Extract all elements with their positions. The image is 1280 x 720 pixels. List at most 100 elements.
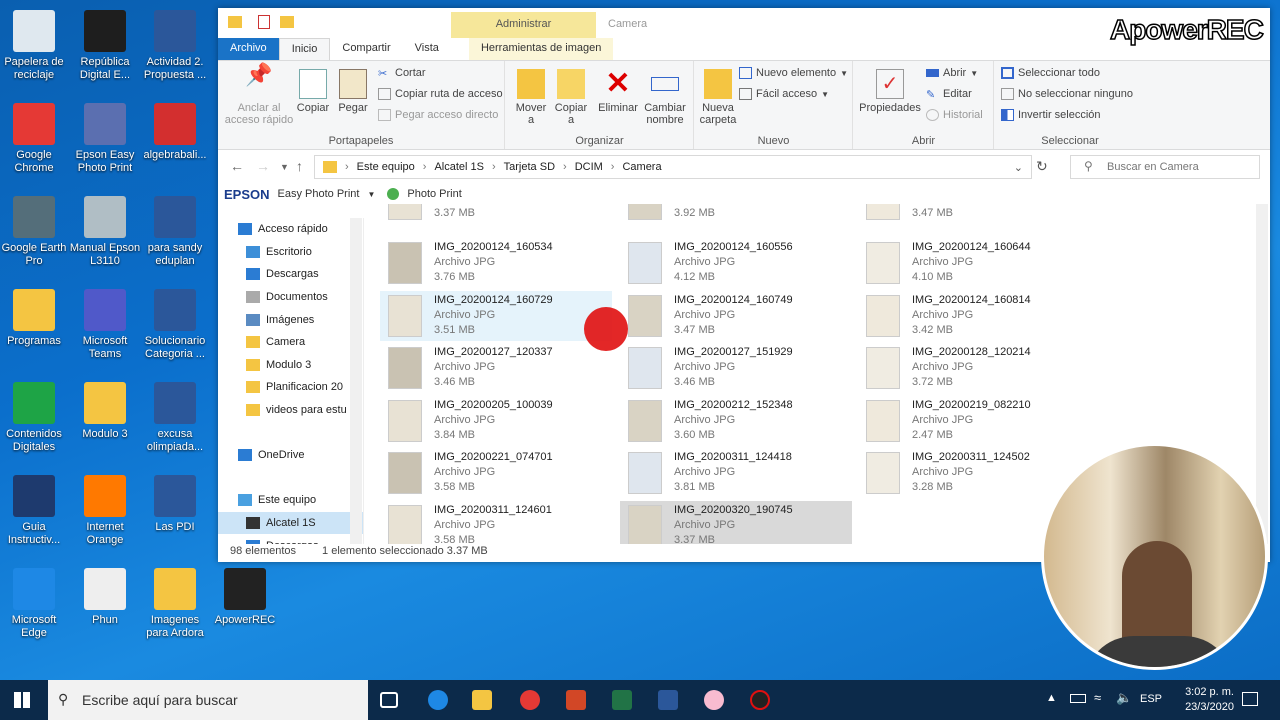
delete-button[interactable]: ✕ Eliminar [596, 69, 640, 115]
desktop-icon-item[interactable]: Manual Epson L3110 [69, 190, 141, 276]
excel-icon[interactable] [612, 690, 632, 710]
desktop-icon-item[interactable]: Phun [69, 562, 141, 648]
edit-button[interactable]: ✎ Editar [926, 88, 972, 101]
file-item[interactable]: Archivo JPG3.37 MB [380, 204, 612, 224]
easy-access-button[interactable]: Fácil acceso ▼ [739, 88, 829, 100]
breadcrumb-separator-icon[interactable]: › [423, 161, 427, 173]
nav-item[interactable]: Modulo 3 [218, 354, 363, 377]
tab-herramientas-imagen[interactable]: Herramientas de imagen [468, 38, 614, 60]
select-all-button[interactable]: Seleccionar todo [1001, 67, 1100, 79]
nav-item[interactable]: videos para estu [218, 399, 363, 422]
file-item[interactable]: Archivo JPG3.47 MB [858, 204, 1090, 224]
desktop-icon-item[interactable]: Actividad 2. Propuesta ... [139, 4, 211, 90]
desktop-icon-item[interactable]: algebrabali... [139, 97, 211, 183]
nav-item[interactable]: Camera [218, 331, 363, 354]
desktop-icon-item[interactable]: Las PDI [139, 469, 211, 555]
breadcrumb-separator-icon[interactable]: › [611, 161, 615, 173]
file-item[interactable]: IMG_20200124_160749 Archivo JPG 3.47 MB [620, 291, 852, 341]
language-indicator[interactable]: ESP [1140, 693, 1162, 705]
breadcrumb-separator-icon[interactable]: › [563, 161, 567, 173]
file-item[interactable]: IMG_20200124_160644 Archivo JPG 4.10 MB [858, 238, 1090, 288]
clock[interactable]: 3:02 p. m. 23/3/2020 [1185, 685, 1234, 715]
breadcrumb-separator-icon[interactable]: › [492, 161, 496, 173]
anclar-button[interactable]: 📌 Anclar al acceso rápido [222, 64, 296, 127]
breadcrumb-segment[interactable]: Tarjeta SD [504, 161, 555, 173]
desktop-icon-item[interactable]: excusa olimpiada... [139, 376, 211, 462]
desktop-icon-item[interactable]: Google Earth Pro [0, 190, 70, 276]
desktop-icon-item[interactable]: Google Chrome [0, 97, 70, 183]
tab-administrar[interactable]: Administrar [451, 12, 596, 38]
desktop-icon-item[interactable]: para sandy eduplan [139, 190, 211, 276]
file-item[interactable]: IMG_20200124_160534 Archivo JPG 3.76 MB [380, 238, 612, 288]
properties-small-icon[interactable] [258, 15, 270, 29]
windows-start-icon[interactable] [14, 692, 30, 708]
nav-item[interactable]: Acceso rápido [218, 218, 363, 241]
desktop-icon-item[interactable]: Programas [0, 283, 70, 369]
notifications-icon[interactable] [1242, 692, 1258, 706]
volume-icon[interactable]: 🔈 [1116, 690, 1132, 706]
file-item[interactable]: IMG_20200205_100039 Archivo JPG 3.84 MB [380, 396, 612, 446]
desktop-icon-item[interactable]: Papelera de reciclaje [0, 4, 70, 90]
file-item[interactable]: IMG_20200212_152348 Archivo JPG 3.60 MB [620, 396, 852, 446]
file-item[interactable]: IMG_20200124_160814 Archivo JPG 3.42 MB [858, 291, 1090, 341]
search-input[interactable]: Buscar en Camera [1070, 155, 1260, 179]
nav-item[interactable]: Imágenes• [218, 308, 363, 331]
taskbar-search-input[interactable]: Escribe aquí para buscar [48, 680, 368, 720]
battery-icon[interactable] [1070, 694, 1086, 703]
breadcrumb-segment[interactable]: Alcatel 1S [434, 161, 484, 173]
tab-compartir[interactable]: Compartir [330, 38, 402, 60]
copy-button[interactable]: Copiar [296, 69, 330, 114]
powerpoint-icon[interactable] [566, 690, 586, 710]
select-none-button[interactable]: No seleccionar ninguno [1001, 88, 1133, 100]
properties-button[interactable]: ✓ Propiedades [858, 69, 922, 114]
tab-vista[interactable]: Vista [403, 38, 451, 60]
wifi-icon[interactable]: ≈ [1094, 690, 1101, 705]
file-item[interactable]: IMG_20200311_124601 Archivo JPG 3.58 MB [380, 501, 612, 544]
file-item[interactable]: IMG_20200219_082210 Archivo JPG 2.47 MB [858, 396, 1090, 446]
nav-item[interactable]: Alcatel 1S [218, 511, 363, 535]
desktop-icon-item[interactable]: ApowerREC [209, 562, 281, 648]
copy-to-button[interactable]: Copiar a [552, 69, 590, 126]
up-arrow-icon[interactable]: ↑ [296, 158, 303, 174]
history-button[interactable]: Historial [926, 109, 983, 121]
desktop-icon-item[interactable]: República Digital E... [69, 4, 141, 90]
desktop-icon-item[interactable]: Epson Easy Photo Print [69, 97, 141, 183]
apowerrec-icon[interactable] [750, 690, 770, 710]
nav-item[interactable]: Documentos• [218, 286, 363, 309]
file-item[interactable]: IMG_20200128_120214 Archivo JPG 3.72 MB [858, 343, 1090, 393]
tab-inicio[interactable]: Inicio [278, 38, 331, 60]
cut-button[interactable]: ✂ Cortar [378, 67, 426, 80]
tab-archivo[interactable]: Archivo [218, 38, 279, 60]
desktop-icon-item[interactable]: Internet Orange [69, 469, 141, 555]
invert-selection-button[interactable]: Invertir selección [1001, 109, 1101, 121]
copy-path-button[interactable]: Copiar ruta de acceso [378, 88, 503, 100]
app-pink-icon[interactable] [704, 690, 724, 710]
desktop-icon-item[interactable]: Microsoft Teams [69, 283, 141, 369]
paste-button[interactable]: Pegar [336, 69, 370, 114]
file-item[interactable]: IMG_20200124_160729 Archivo JPG 3.51 MB [380, 290, 612, 341]
nav-item[interactable]: OneDrive [218, 444, 363, 467]
folder-small-icon[interactable] [228, 16, 242, 28]
refresh-icon[interactable]: ↻ [1036, 158, 1048, 175]
file-explorer-icon[interactable] [472, 690, 492, 710]
address-dropdown-icon[interactable]: ⌄ [1014, 161, 1023, 174]
desktop-icon-item[interactable]: Solucionario Categoria ... [139, 283, 211, 369]
breadcrumb-segment[interactable]: Este equipo [357, 161, 415, 173]
breadcrumb-segment[interactable]: DCIM [575, 161, 603, 173]
rename-button[interactable]: Cambiar nombre [642, 69, 688, 126]
edge-icon[interactable] [428, 690, 448, 710]
nav-item[interactable]: Descargas• [218, 263, 363, 286]
forward-arrow-icon[interactable]: → [256, 158, 270, 174]
nav-scrollbar[interactable] [350, 218, 362, 544]
paste-shortcut-button[interactable]: Pegar acceso directo [378, 109, 498, 121]
file-item[interactable]: IMG_20200311_124418 Archivo JPG 3.81 MB [620, 448, 852, 498]
recent-chevron-icon[interactable]: ▼ [280, 162, 289, 172]
breadcrumb-segment[interactable]: Camera [622, 161, 661, 173]
content-scrollbar[interactable] [1256, 204, 1268, 544]
file-item[interactable]: Archivo JPG3.92 MB [620, 204, 852, 224]
desktop-icon-item[interactable]: Contenidos Digitales [0, 376, 70, 462]
file-item[interactable]: IMG_20200320_190745 Archivo JPG 3.37 MB [620, 500, 852, 544]
breadcrumb[interactable]: › Este equipo › Alcatel 1S › Tarjeta SD › DCIM ›… [314, 155, 1032, 179]
desktop-icon-item[interactable]: Microsoft Edge [0, 562, 70, 648]
new-folder-small-icon[interactable] [280, 16, 294, 28]
